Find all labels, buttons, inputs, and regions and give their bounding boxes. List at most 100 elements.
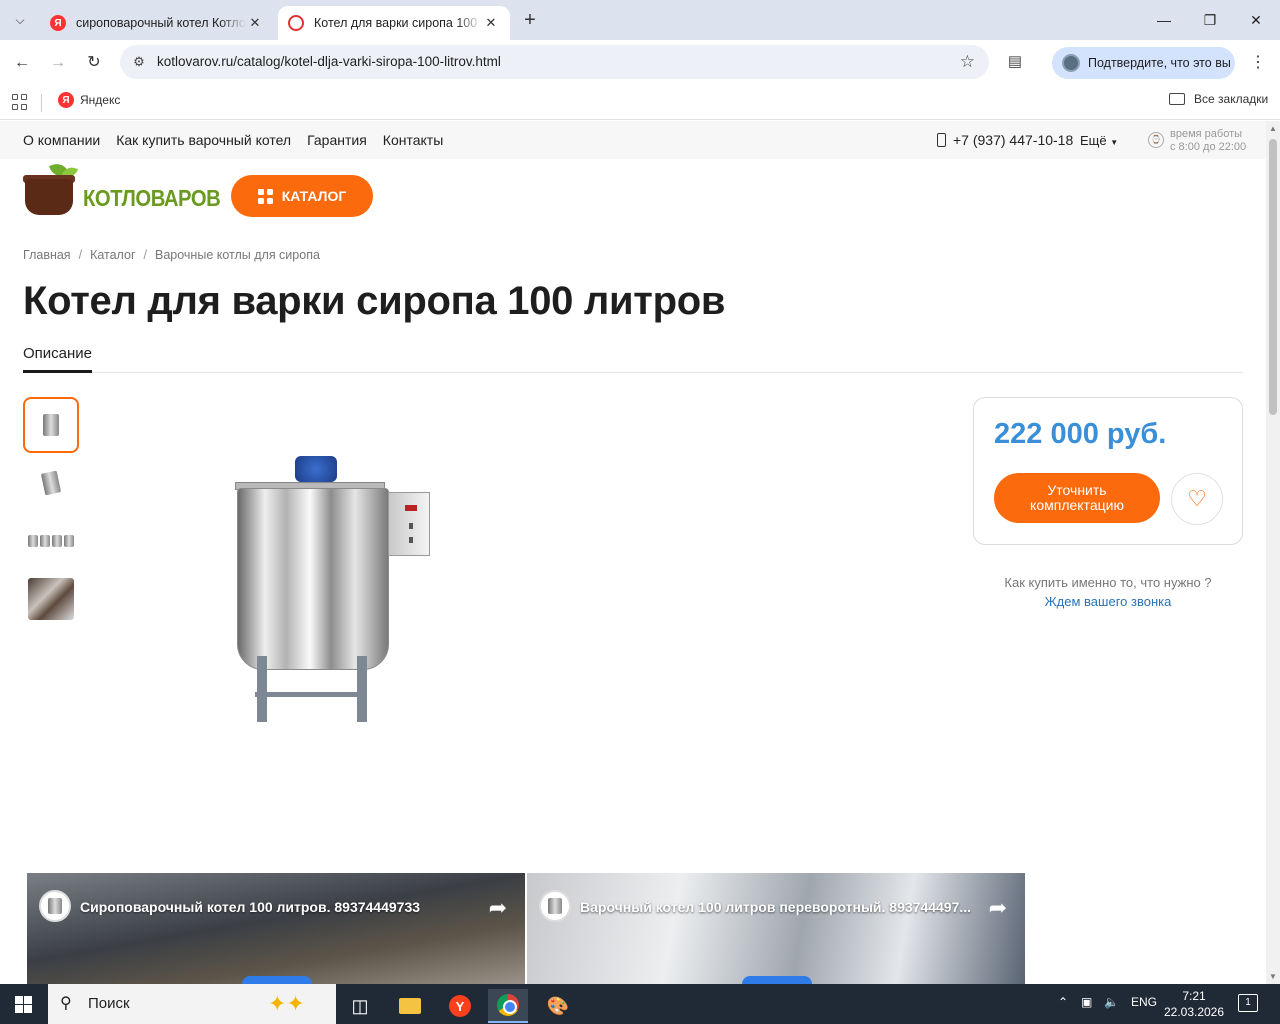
phone-number: +7 (937) 447-10-18: [953, 132, 1074, 148]
page-scrollbar[interactable]: ▲ ▼: [1266, 121, 1280, 984]
search-icon: ⚲: [60, 995, 72, 1012]
taskbar-search[interactable]: ⚲ Поиск ✦✦: [48, 984, 336, 1024]
page-viewport: О компании Как купить варочный котел Гар…: [0, 121, 1280, 984]
address-url[interactable]: kotlovarov.ru/catalog/kotel-dlja-varki-s…: [157, 54, 501, 69]
tray-expand-icon[interactable]: ⌃: [1058, 995, 1068, 1009]
video-title[interactable]: Варочный котел 100 литров переворотный. …: [580, 899, 980, 915]
callback-link[interactable]: Ждем вашего звонка: [973, 594, 1243, 609]
breadcrumb-catalog[interactable]: Каталог: [90, 248, 135, 262]
browser-menu-icon[interactable]: ⋮: [1248, 52, 1268, 74]
breadcrumb-separator: /: [78, 248, 83, 262]
nav-link-about[interactable]: О компании: [23, 132, 100, 148]
yandex-icon: Я: [58, 92, 74, 108]
nav-link-how-to-buy[interactable]: Как купить варочный котел: [116, 132, 291, 148]
hours-line-2: с 8:00 до 22:00: [1170, 141, 1247, 153]
breadcrumb-home[interactable]: Главная: [23, 248, 71, 262]
catalog-label: КАТАЛОГ: [281, 188, 347, 204]
thumbnail-image: [40, 470, 62, 496]
price-card: 222 000 руб. Уточнить комплектацию ♡: [973, 397, 1243, 545]
catalog-button[interactable]: КАТАЛОГ: [231, 175, 373, 217]
back-icon[interactable]: ←: [10, 51, 34, 75]
close-tab-icon[interactable]: ✕: [246, 15, 264, 31]
tab-search-button[interactable]: ⌵: [6, 7, 34, 33]
channel-avatar[interactable]: [539, 890, 571, 922]
how-to-buy-text: Как купить именно то, что нужно ?: [1004, 575, 1212, 590]
image-detail: [257, 656, 267, 722]
share-icon[interactable]: ➦: [989, 895, 1007, 921]
breadcrumb-category[interactable]: Варочные котлы для сиропа: [155, 248, 320, 262]
new-tab-button[interactable]: +: [518, 9, 542, 33]
minimize-button[interactable]: —: [1141, 8, 1187, 32]
thumbnail-3[interactable]: [23, 513, 79, 569]
product-main-image[interactable]: [225, 456, 445, 728]
channel-avatar[interactable]: [39, 890, 71, 922]
task-view-icon[interactable]: ◫: [340, 989, 380, 1023]
clock-time: 7:21: [1182, 989, 1206, 1003]
forward-icon[interactable]: →: [46, 51, 70, 75]
product-tabs: Описание: [23, 345, 1243, 373]
play-button[interactable]: [742, 976, 812, 984]
browser-toolbar: ← → ↻ ⚙ kotlovarov.ru/catalog/kotel-dlja…: [0, 40, 1280, 86]
clock-date: 22.03.2026: [1163, 1005, 1225, 1019]
thumbnail-1[interactable]: [23, 397, 79, 453]
nav-link-contacts[interactable]: Контакты: [383, 132, 443, 148]
site-logo[interactable]: КОТЛОВАРОВ: [23, 160, 221, 221]
bookmark-label: Яндекс: [80, 93, 121, 107]
logo-wordmark: КОТЛОВАРОВ: [83, 185, 221, 211]
bookmark-yandex[interactable]: Я Яндекс: [58, 92, 120, 108]
restore-button[interactable]: ❐: [1187, 8, 1233, 32]
scroll-down-icon[interactable]: ▼: [1268, 972, 1278, 981]
logo-pot: [25, 179, 73, 215]
more-menu[interactable]: Ещё ▼: [1080, 133, 1118, 148]
thumbnail-2[interactable]: [23, 455, 79, 511]
video-embed-1[interactable]: Сироповарочный котел 100 литров. 8937444…: [27, 873, 525, 984]
close-tab-icon[interactable]: ✕: [482, 15, 500, 31]
extensions-icon[interactable]: ▤: [1004, 52, 1026, 74]
yandex-browser-icon[interactable]: Y: [440, 989, 480, 1023]
tab-inactive[interactable]: Я сироповарочный котел Котловаров ✕: [40, 6, 274, 40]
apps-grid-icon[interactable]: [12, 94, 28, 110]
start-button[interactable]: [15, 996, 32, 1013]
share-icon[interactable]: ➦: [489, 895, 507, 921]
video-embed-2[interactable]: Варочный котел 100 литров переворотный. …: [527, 873, 1025, 984]
image-detail: [357, 656, 367, 722]
avatar: [1062, 54, 1080, 72]
play-button[interactable]: [242, 976, 312, 984]
heart-icon[interactable]: ♡: [1171, 473, 1223, 525]
reload-icon[interactable]: ↻: [82, 51, 106, 75]
phone-icon: [937, 133, 946, 147]
paint-icon[interactable]: 🎨: [538, 989, 578, 1023]
scrollbar-thumb[interactable]: [1269, 139, 1277, 415]
scroll-up-icon[interactable]: ▲: [1268, 124, 1278, 133]
video-title[interactable]: Сироповарочный котел 100 литров. 8937444…: [80, 899, 480, 915]
more-label: Ещё: [1080, 133, 1107, 148]
nav-link-warranty[interactable]: Гарантия: [307, 132, 367, 148]
caret-down-icon: ▼: [1110, 138, 1119, 147]
volume-icon[interactable]: 🔈: [1104, 995, 1119, 1009]
thumbnail-4[interactable]: [23, 571, 79, 627]
language-indicator[interactable]: ENG: [1131, 995, 1157, 1009]
sparkle-icon: ✦✦: [268, 991, 305, 1016]
phone-link[interactable]: +7 (937) 447-10-18: [937, 132, 1073, 148]
notifications-icon[interactable]: 1: [1238, 994, 1258, 1012]
bookmark-star-icon[interactable]: ☆: [960, 52, 975, 72]
file-explorer-icon[interactable]: [390, 989, 430, 1023]
network-icon[interactable]: ▣: [1081, 995, 1092, 1009]
tab-active[interactable]: Котел для варки сиропа 100 литров ✕: [278, 6, 510, 40]
site-info-icon[interactable]: ⚙: [130, 53, 148, 71]
chrome-icon[interactable]: [488, 989, 528, 1023]
tab-strip: ⌵ Я сироповарочный котел Котловаров ✕ Ко…: [0, 0, 1280, 40]
bookmarks-bar: Я Яндекс Все закладки: [0, 86, 1280, 120]
close-window-button[interactable]: ✕: [1233, 8, 1279, 32]
all-bookmarks[interactable]: Все закладки: [1169, 92, 1268, 106]
clarify-configuration-button[interactable]: Уточнить комплектацию: [994, 473, 1160, 523]
site-top-nav: О компании Как купить варочный котел Гар…: [0, 121, 1266, 159]
address-bar[interactable]: ⚙ kotlovarov.ru/catalog/kotel-dlja-varki…: [120, 45, 989, 79]
yandex-icon: Я: [50, 15, 66, 31]
profile-verify-label: Подтвердите, что это вы: [1088, 56, 1231, 70]
nav-links: О компании Как купить варочный котел Гар…: [23, 132, 443, 148]
tab-description[interactable]: Описание: [23, 345, 93, 373]
system-clock[interactable]: 7:21 22.03.2026: [1162, 988, 1226, 1020]
profile-verify-button[interactable]: Подтвердите, что это вы: [1052, 47, 1235, 79]
image-detail: [295, 456, 337, 482]
